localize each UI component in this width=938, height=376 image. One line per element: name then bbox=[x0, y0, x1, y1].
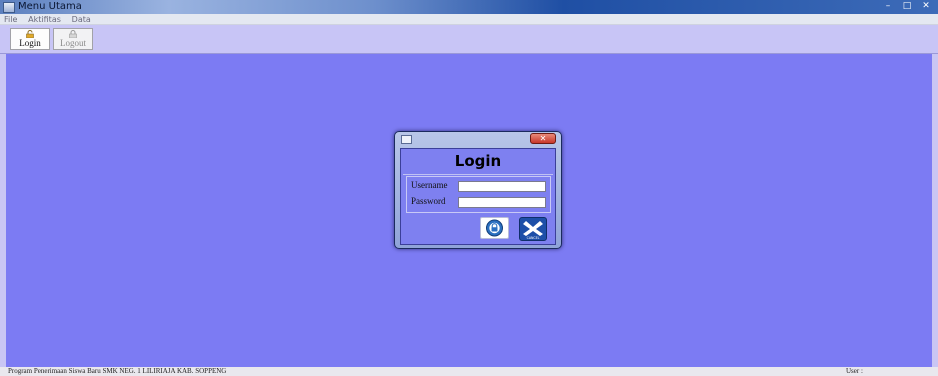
lock-open-icon bbox=[26, 30, 34, 38]
app-icon bbox=[3, 2, 15, 13]
login-dialog-titlebar[interactable]: ✕ bbox=[395, 132, 561, 146]
dialog-close-button[interactable]: ✕ bbox=[530, 133, 556, 144]
padlock-icon bbox=[486, 219, 503, 237]
window-title: Menu Utama bbox=[18, 1, 82, 12]
credentials-fieldset: Username Password bbox=[406, 176, 551, 213]
window-controls: – □ ✕ bbox=[880, 1, 934, 13]
login-dialog-body: Login Username Password CANCEL bbox=[400, 148, 556, 245]
toolbar-logout-button[interactable]: Logout bbox=[53, 28, 93, 50]
password-input[interactable] bbox=[458, 197, 546, 208]
toolbar-login-label: Login bbox=[19, 38, 41, 48]
password-label: Password bbox=[411, 196, 446, 206]
window-titlebar[interactable]: Menu Utama – □ ✕ bbox=[0, 0, 938, 14]
menu-bar: File Aktifitas Data bbox=[0, 14, 938, 25]
toolbar-login-button[interactable]: Login bbox=[10, 28, 50, 50]
cancel-caption: CANCEL bbox=[527, 236, 540, 240]
menu-aktifitas[interactable]: Aktifitas bbox=[28, 15, 61, 25]
status-user: User : bbox=[846, 367, 863, 375]
login-heading: Login bbox=[454, 152, 502, 170]
username-input[interactable] bbox=[458, 181, 546, 192]
toolbar: Login Logout bbox=[0, 25, 938, 54]
username-label: Username bbox=[411, 180, 448, 190]
heading-divider bbox=[403, 174, 553, 175]
menu-file[interactable]: File bbox=[4, 15, 17, 25]
cancel-button[interactable]: CANCEL bbox=[519, 217, 547, 241]
dialog-app-icon bbox=[401, 135, 412, 144]
cancel-x-icon: CANCEL bbox=[523, 221, 543, 240]
login-dialog: ✕ Login Username Password CANCEL bbox=[394, 131, 562, 249]
toolbar-logout-label: Logout bbox=[60, 38, 86, 48]
lock-icon bbox=[69, 30, 77, 38]
status-bar: Program Penerimaan Siswa Baru SMK NEG. 1… bbox=[0, 367, 938, 376]
close-button[interactable]: ✕ bbox=[918, 1, 934, 12]
menu-data[interactable]: Data bbox=[72, 15, 91, 25]
status-program-name: Program Penerimaan Siswa Baru SMK NEG. 1… bbox=[8, 367, 227, 375]
login-submit-button[interactable] bbox=[480, 217, 509, 239]
minimize-button[interactable]: – bbox=[880, 1, 896, 12]
maximize-button[interactable]: □ bbox=[899, 1, 915, 12]
